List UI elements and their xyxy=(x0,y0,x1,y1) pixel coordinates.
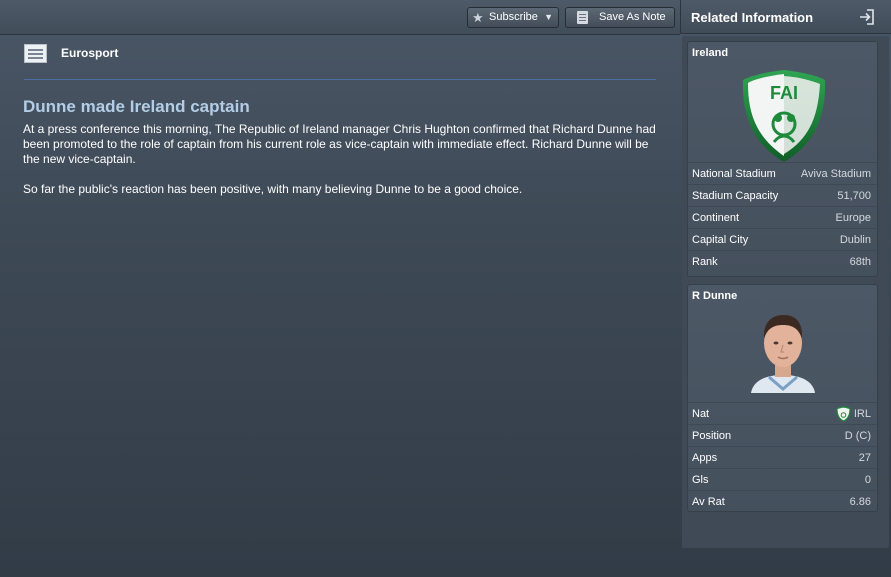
info-label: Gls xyxy=(692,474,709,486)
note-icon xyxy=(577,11,588,24)
info-value: 51,700 xyxy=(837,190,871,202)
article-paragraph: At a press conference this morning, The … xyxy=(23,122,656,166)
info-label: National Stadium xyxy=(692,168,776,180)
info-value: Europe xyxy=(835,212,871,224)
info-row: Gls 0 xyxy=(688,468,877,491)
info-label: Capital City xyxy=(692,234,749,246)
info-value: Dublin xyxy=(839,234,871,246)
exit-panel-icon[interactable] xyxy=(858,8,876,26)
info-label: Av Rat xyxy=(692,496,725,508)
related-information-title: Related Information xyxy=(691,10,814,25)
nation-name[interactable]: Ireland xyxy=(692,47,728,59)
chevron-down-icon[interactable]: ▼ xyxy=(544,8,553,27)
related-information-panel: Ireland FAI National Stadium Aviva Stadi… xyxy=(682,36,889,548)
info-label: Position xyxy=(692,430,732,442)
article-body: At a press conference this morning, The … xyxy=(23,122,663,212)
info-value: D (C) xyxy=(844,430,871,442)
info-label: Stadium Capacity xyxy=(692,190,779,202)
star-icon: ★ xyxy=(472,10,484,25)
info-value[interactable]: Aviva Stadium xyxy=(801,168,871,180)
info-label: Apps xyxy=(692,452,718,464)
article-headline: Dunne made Ireland captain xyxy=(23,97,250,116)
info-row: Av Rat 6.86 xyxy=(688,490,877,513)
info-label: Nat xyxy=(692,408,710,420)
subscribe-label: Subscribe xyxy=(489,11,538,23)
related-information-header: Related Information xyxy=(680,0,891,34)
ireland-card[interactable]: Ireland FAI National Stadium Aviva Stadi… xyxy=(687,41,878,277)
info-row: Position D (C) xyxy=(688,424,877,447)
info-row: National Stadium Aviva Stadium xyxy=(688,162,877,185)
info-value[interactable]: IRL xyxy=(854,408,871,420)
fai-logo-text: FAI xyxy=(770,83,798,103)
save-as-note-label: Save As Note xyxy=(599,11,666,23)
info-row: Rank 68th xyxy=(688,250,877,273)
info-label: Continent xyxy=(692,212,740,224)
info-row: Capital City Dublin xyxy=(688,228,877,251)
news-source: Eurosport xyxy=(61,46,119,60)
fai-crest-logo: FAI xyxy=(742,70,826,162)
save-as-note-button[interactable]: Save As Note xyxy=(565,7,675,28)
news-article-pane: ★ Subscribe ▼ Save As Note Eurosport Dun… xyxy=(0,0,680,577)
info-row: Apps 27 xyxy=(688,446,877,469)
info-value: 68th xyxy=(849,256,871,268)
player-photo xyxy=(743,309,823,393)
info-value: 0 xyxy=(864,474,871,486)
subscribe-button[interactable]: ★ Subscribe ▼ xyxy=(467,7,559,28)
article-toolbar: ★ Subscribe ▼ Save As Note xyxy=(0,0,680,35)
related-information-sidebar: Related Information Ireland FAI National… xyxy=(680,0,891,577)
divider xyxy=(24,79,656,80)
player-name[interactable]: R Dunne xyxy=(692,290,737,302)
info-row: Stadium Capacity 51,700 xyxy=(688,184,877,207)
info-row: Nat IRL xyxy=(688,402,877,425)
fai-badge-icon xyxy=(836,406,851,422)
info-value: 27 xyxy=(858,452,871,464)
newspaper-icon xyxy=(24,44,47,63)
info-row: Continent Europe xyxy=(688,206,877,229)
info-value: 6.86 xyxy=(849,496,871,508)
article-paragraph: So far the public's reaction has been po… xyxy=(23,182,523,196)
player-card[interactable]: R Dunne Nat IRL Position D (C) Apps 27 G… xyxy=(687,284,878,512)
info-label: Rank xyxy=(692,256,718,268)
